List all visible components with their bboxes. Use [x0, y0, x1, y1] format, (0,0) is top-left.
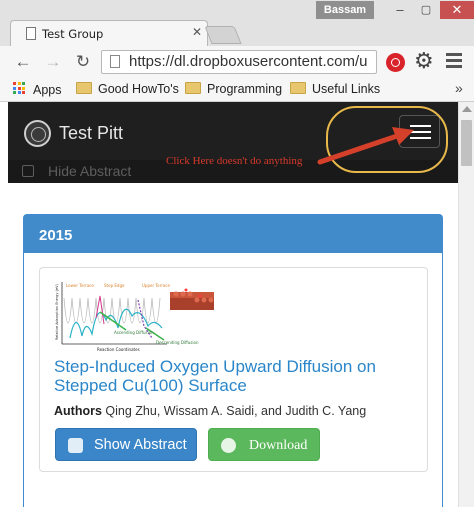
profile-button[interactable]: Bassam	[316, 1, 374, 19]
download-icon	[221, 438, 236, 453]
window-titlebar: Test Group ✕ Bassam – ▢ ✕	[0, 0, 474, 46]
folder-icon	[290, 82, 306, 94]
show-abstract-button[interactable]: Show Abstract	[55, 428, 197, 461]
tab-title: Test Group	[42, 27, 104, 41]
url-text[interactable]: https://dl.dropboxusercontent.com/u	[129, 53, 367, 70]
back-button[interactable]: ←	[13, 52, 33, 72]
figure-label-step-edge: Step Edge	[104, 283, 125, 288]
figure-axis-x: Reaction Coordinates	[97, 347, 140, 352]
figure-label-descending: Descending Diffusion	[156, 340, 199, 345]
extension-icon[interactable]	[386, 53, 405, 72]
page-icon	[26, 27, 36, 40]
site-brand[interactable]: Test Pitt	[59, 123, 123, 144]
chrome-menu-icon[interactable]	[446, 53, 462, 71]
figure-label-lower-terrace: Lower Terrace	[66, 283, 94, 288]
bookmark-programming[interactable]: Programming	[185, 82, 282, 96]
navbar-toggle-button[interactable]	[399, 115, 440, 148]
bookmark-label: Programming	[207, 82, 283, 96]
annotation-text: Click Here doesn't do anything	[166, 155, 303, 167]
bookmarks-bar: Apps Good HowTo's Programming Useful Lin…	[0, 78, 474, 102]
authors-list: Qing Zhu, Wissam A. Saidi, and Judith C.…	[105, 404, 367, 418]
expand-icon	[68, 438, 83, 453]
page-viewport: Test Pitt Hide Abstract Click Here doesn…	[8, 102, 458, 507]
folder-icon	[185, 82, 201, 94]
publication-figure: Lower Terrace Step Edge Upper Terrace As…	[52, 278, 222, 354]
publication-authors: Authors Qing Zhu, Wissam A. Saidi, and J…	[54, 404, 366, 418]
forward-button[interactable]: →	[43, 52, 63, 72]
download-label: Download	[249, 438, 308, 453]
close-window-button[interactable]: ✕	[440, 1, 474, 19]
site-navbar: Test Pitt Hide Abstract Click Here doesn…	[8, 102, 458, 183]
figure-label-ascending: Ascending Diffusion	[114, 330, 154, 335]
minimize-button[interactable]: –	[387, 1, 413, 19]
university-seal-logo[interactable]	[24, 120, 51, 147]
publication-card: Lower Terrace Step Edge Upper Terrace As…	[39, 267, 428, 472]
collapse-icon	[22, 165, 34, 177]
apps-grid-icon	[13, 82, 27, 96]
tab-close-icon[interactable]: ✕	[192, 25, 202, 39]
bookmark-good-howtos[interactable]: Good HowTo's	[76, 82, 179, 96]
bookmarks-overflow-button[interactable]: »	[455, 80, 463, 96]
page-info-icon[interactable]	[110, 55, 120, 68]
authors-label: Authors	[54, 404, 102, 418]
new-tab-button[interactable]	[204, 26, 242, 44]
bookmark-label: Apps	[33, 83, 62, 97]
page-scrollbar[interactable]	[458, 102, 474, 507]
show-abstract-label: Show Abstract	[94, 437, 187, 453]
download-button[interactable]: Download	[208, 428, 320, 461]
bookmark-apps[interactable]: Apps	[13, 82, 62, 97]
publication-title-link[interactable]: Step-Induced Oxygen Upward Diffusion on …	[54, 357, 414, 395]
scroll-up-icon[interactable]	[462, 106, 472, 112]
maximize-button[interactable]: ▢	[413, 1, 439, 19]
year-panel: 2015 Lower Terrace Step Edge Upper Terra…	[23, 214, 443, 507]
panel-heading-year: 2015	[24, 215, 442, 253]
figure-label-upper-terrace: Upper Terrace	[142, 283, 170, 288]
address-bar[interactable]: https://dl.dropboxusercontent.com/u	[101, 50, 377, 74]
bookmark-label: Useful Links	[312, 82, 381, 96]
reload-button[interactable]: ↻	[73, 52, 93, 72]
folder-icon	[76, 82, 92, 94]
bookmark-useful-links[interactable]: Useful Links	[290, 82, 380, 96]
scrollbar-thumb[interactable]	[461, 120, 472, 166]
gear-icon[interactable]: ⚙	[414, 49, 434, 73]
hide-abstract-label: Hide Abstract	[48, 163, 132, 179]
browser-tab[interactable]: Test Group ✕	[10, 20, 208, 46]
bookmark-label: Good HowTo's	[98, 82, 179, 96]
figure-axis-y: Relative Adsorption Energy (eV)	[55, 283, 59, 340]
